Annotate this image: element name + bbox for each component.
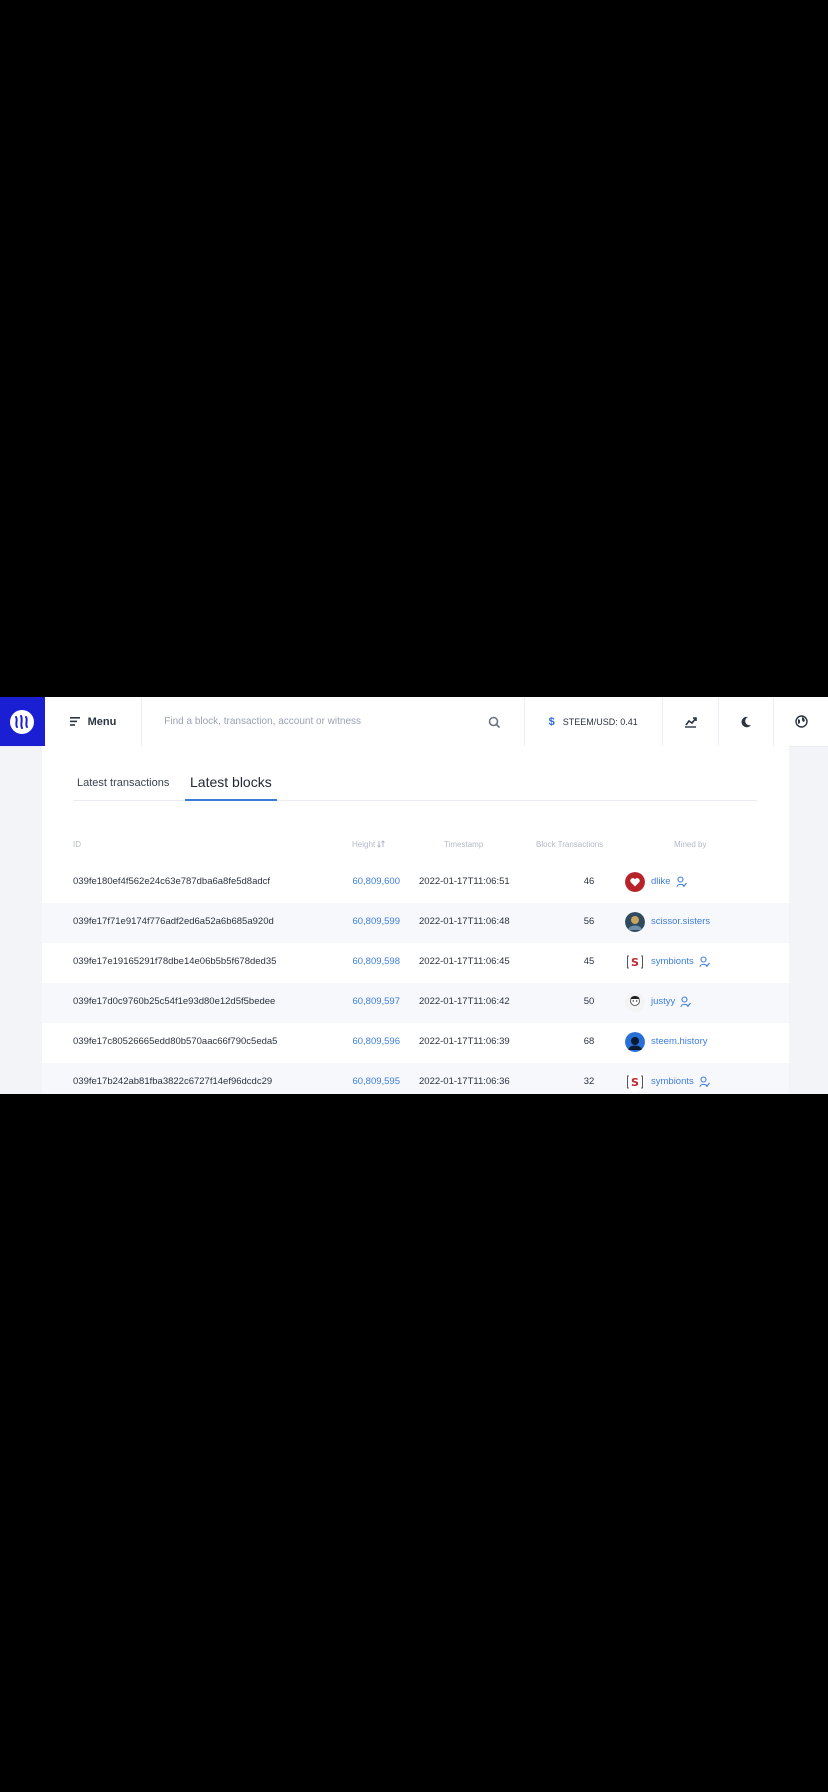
avatar[interactable] <box>625 992 645 1012</box>
globe-icon <box>794 715 808 728</box>
miner-name[interactable]: symbionts <box>651 956 694 967</box>
avatar[interactable]: S <box>625 952 645 972</box>
witness-icon <box>699 1075 710 1093</box>
price-ticker: $ STEEM/USD: 0.41 <box>525 697 663 746</box>
column-header-height[interactable]: Height <box>352 840 386 849</box>
search-icon[interactable] <box>488 715 500 733</box>
steem-logo-icon <box>10 709 35 734</box>
tab-latest-transactions[interactable]: Latest transactions <box>77 777 169 789</box>
miner-name[interactable]: steem.history <box>651 1036 708 1047</box>
column-header-height-label: Height <box>352 840 376 849</box>
search-input[interactable] <box>162 715 487 728</box>
tab-latest-blocks-label: Latest blocks <box>190 774 272 790</box>
moon-icon <box>741 716 751 727</box>
steem-logo[interactable] <box>0 697 45 746</box>
sort-icon <box>377 840 386 848</box>
block-tx-count: 46 <box>583 876 595 887</box>
chart-button[interactable] <box>663 697 719 746</box>
block-timestamp: 2022-01-17T11:06:42 <box>419 996 510 1007</box>
block-id[interactable]: 039fe17f71e9174f776adf2ed6a52a6b685a920d <box>73 916 274 927</box>
block-timestamp: 2022-01-17T11:06:48 <box>419 916 510 927</box>
block-id[interactable]: 039fe17d0c9760b25c54f1e93d80e12d5f5bedee <box>73 996 275 1007</box>
tab-bar: Latest transactions Latest blocks <box>73 746 757 801</box>
witness-icon <box>676 875 687 893</box>
column-header-block-transactions[interactable]: Block Transactions <box>536 840 603 849</box>
svg-text:S: S <box>631 956 639 969</box>
block-tx-count: 32 <box>583 1076 595 1087</box>
block-tx-count: 56 <box>583 916 595 927</box>
svg-text:S: S <box>631 1076 639 1089</box>
block-id[interactable]: 039fe17c80526665edd80b570aac66f790c5eda5 <box>73 1036 277 1047</box>
table-row[interactable]: 039fe17d0c9760b25c54f1e93d80e12d5f5bedee… <box>42 983 789 1023</box>
theme-toggle-button[interactable] <box>719 697 775 746</box>
block-timestamp: 2022-01-17T11:06:36 <box>419 1076 510 1087</box>
column-header-mined-by[interactable]: Mined by <box>674 840 706 849</box>
miner-name[interactable]: scissor.sisters <box>651 916 710 927</box>
table-row[interactable]: 039fe17b242ab81fba3822c6727f14ef96dcdc29… <box>42 1063 789 1094</box>
dollar-icon: $ <box>548 715 555 728</box>
miner-name[interactable]: symbionts <box>651 1076 694 1087</box>
menu-icon <box>69 717 80 726</box>
price-label: STEEM/USD: 0.41 <box>562 716 638 727</box>
table-header: ID Height Timestamp Block Transactions M… <box>42 840 789 854</box>
block-height[interactable]: 60,809,596 <box>344 1036 400 1047</box>
block-timestamp: 2022-01-17T11:06:39 <box>419 1036 510 1047</box>
block-id[interactable]: 039fe17e19165291f78dbe14e06b5b5f678ded35 <box>73 956 276 967</box>
block-height[interactable]: 60,809,597 <box>344 996 400 1007</box>
chart-icon <box>684 716 697 728</box>
witness-icon <box>699 955 710 973</box>
menu-label: Menu <box>87 715 117 728</box>
avatar[interactable] <box>625 1032 645 1052</box>
block-id[interactable]: 039fe17b242ab81fba3822c6727f14ef96dcdc29 <box>73 1076 272 1087</box>
block-height[interactable]: 60,809,600 <box>344 876 400 887</box>
blocks-card: Latest transactions Latest blocks ID Hei… <box>42 746 789 1094</box>
block-height[interactable]: 60,809,598 <box>344 956 400 967</box>
avatar[interactable] <box>625 872 645 892</box>
witness-icon <box>680 995 691 1013</box>
block-height[interactable]: 60,809,599 <box>344 916 400 927</box>
block-timestamp: 2022-01-17T11:06:51 <box>419 876 510 887</box>
miner-name[interactable]: dlike <box>651 876 671 887</box>
block-timestamp: 2022-01-17T11:06:45 <box>419 956 510 967</box>
search-bar <box>142 697 525 746</box>
tab-latest-blocks[interactable]: Latest blocks <box>185 764 277 801</box>
block-height[interactable]: 60,809,595 <box>344 1076 400 1087</box>
avatar[interactable] <box>625 912 645 932</box>
language-button[interactable] <box>774 697 828 746</box>
block-tx-count: 68 <box>583 1036 595 1047</box>
miner-name[interactable]: justyy <box>651 996 675 1007</box>
avatar[interactable]: S <box>625 1072 645 1092</box>
top-header: Menu $ STEEM/USD: 0.41 <box>0 697 828 747</box>
block-tx-count: 50 <box>583 996 595 1007</box>
block-tx-count: 45 <box>583 956 595 967</box>
block-id[interactable]: 039fe180ef4f562e24c63e787dba6a8fe5d8adcf <box>73 876 270 887</box>
table-row[interactable]: 039fe17f71e9174f776adf2ed6a52a6b685a920d… <box>42 903 789 943</box>
menu-button[interactable]: Menu <box>45 697 143 746</box>
table-row[interactable]: 039fe17c80526665edd80b570aac66f790c5eda5… <box>42 1023 789 1063</box>
table-row[interactable]: 039fe180ef4f562e24c63e787dba6a8fe5d8adcf… <box>42 863 789 903</box>
table-row[interactable]: 039fe17e19165291f78dbe14e06b5b5f678ded35… <box>42 943 789 983</box>
app-screen: Menu $ STEEM/USD: 0.41 <box>0 697 828 1094</box>
column-header-timestamp[interactable]: Timestamp <box>444 840 483 849</box>
column-header-id[interactable]: ID <box>73 840 81 849</box>
